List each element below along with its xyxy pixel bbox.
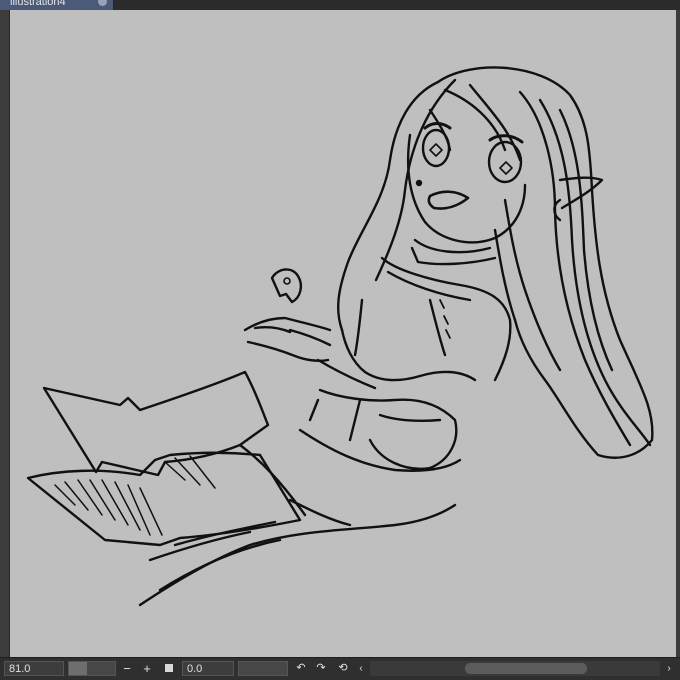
rotation-slider[interactable] [238, 661, 288, 676]
sketch-artwork [26, 66, 654, 607]
skirt [318, 388, 458, 470]
rotate-right-icon[interactable]: ↷ [314, 661, 328, 676]
zoom-slider-fill [69, 662, 88, 675]
document-tab-bar: illustration4 [0, 0, 680, 10]
status-bar: 81.0 − + 0.0 ↶ ↷ ⟲ ‹ › [0, 657, 680, 680]
rotate-left-icon[interactable]: ↶ [294, 661, 308, 676]
scroll-right-icon[interactable]: › [664, 661, 674, 676]
scrollbar-thumb[interactable] [465, 663, 587, 674]
document-tab[interactable]: illustration4 [0, 0, 114, 10]
collar [410, 238, 497, 266]
fit-screen-icon[interactable] [164, 661, 174, 676]
app-window: illustration4 81.0 − + 0.0 ↶ ↷ ⟲ ‹ › [0, 0, 680, 680]
legs [238, 428, 462, 517]
plus-icon[interactable]: + [140, 661, 154, 676]
face-outline [406, 133, 527, 244]
hair-left [337, 80, 440, 332]
left-arm [340, 328, 477, 382]
right-panel-edge [676, 10, 680, 657]
drawing-canvas[interactable] [10, 10, 676, 657]
rotation-input[interactable]: 0.0 [182, 661, 234, 676]
floating-object [270, 268, 303, 304]
hair-fringe [443, 88, 507, 152]
mouth [427, 190, 470, 210]
zoom-input[interactable]: 81.0 [4, 661, 64, 676]
scroll-left-icon[interactable]: ‹ [356, 661, 366, 676]
close-icon[interactable] [98, 0, 107, 6]
reset-rotation-icon[interactable]: ⟲ [336, 661, 350, 676]
horizontal-scrollbar[interactable] [370, 661, 660, 676]
left-eye [421, 128, 451, 168]
left-panel-edge [0, 10, 10, 657]
zoom-slider[interactable] [68, 661, 116, 676]
boot-hatching [54, 455, 216, 536]
minus-icon[interactable]: − [120, 661, 134, 676]
document-tab-label: illustration4 [10, 0, 66, 8]
